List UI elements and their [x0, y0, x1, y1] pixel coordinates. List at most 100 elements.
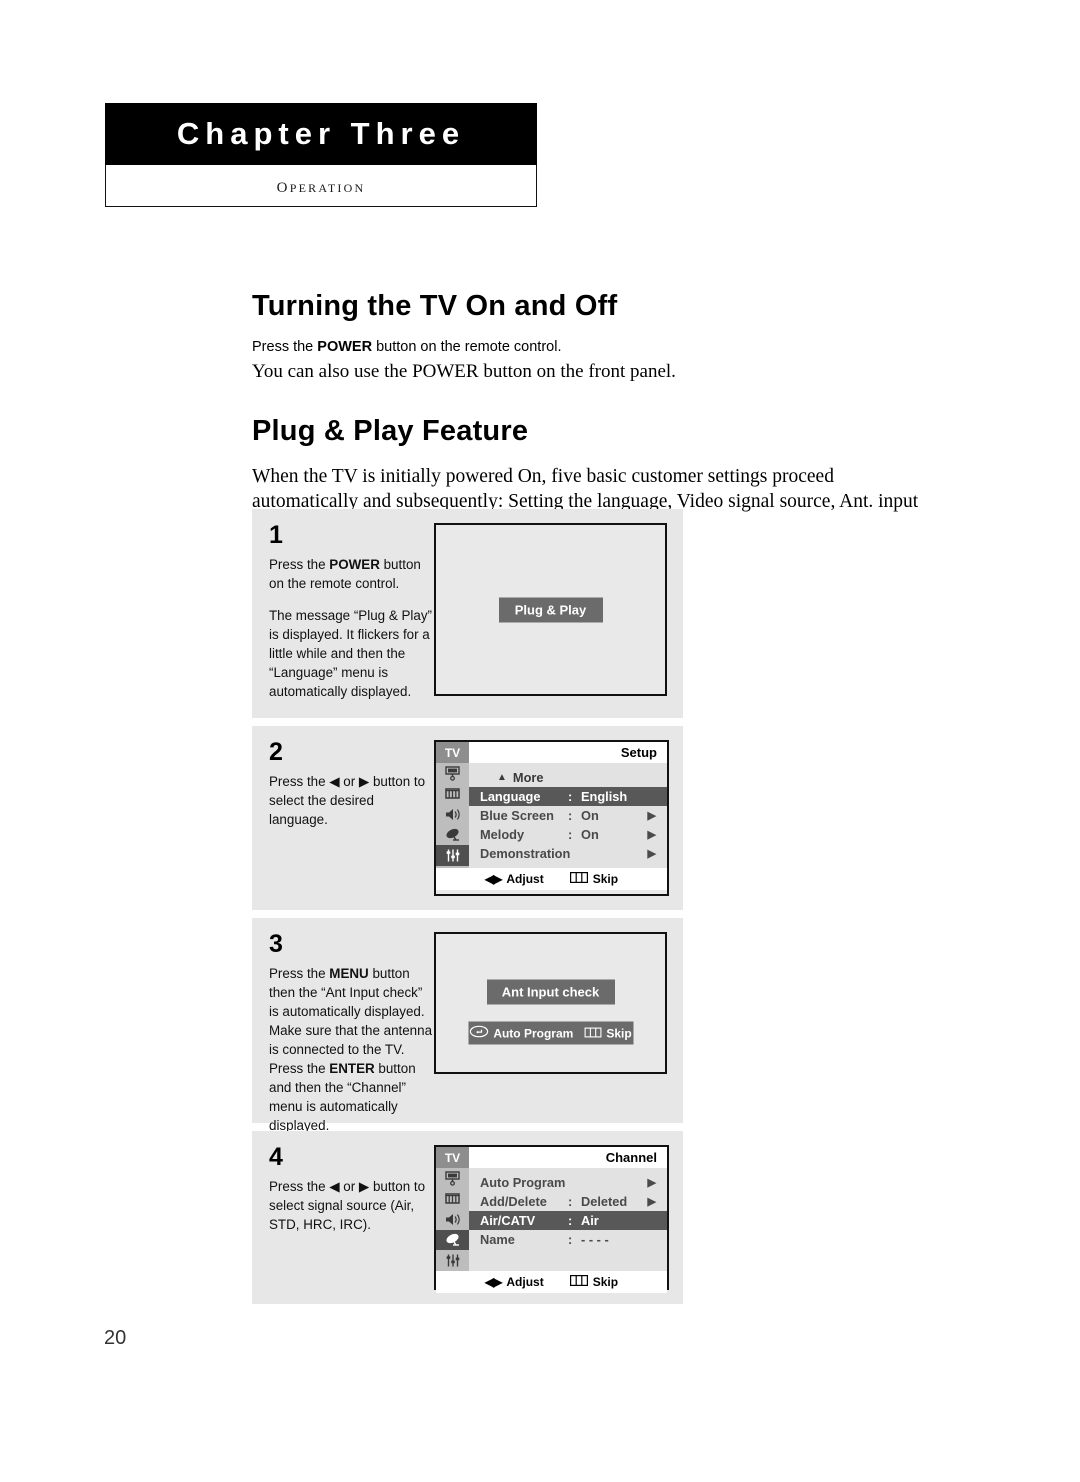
up-triangle-icon: ▲: [497, 772, 507, 783]
footer-adjust-setup[interactable]: ◀▶ Adjust: [485, 872, 544, 886]
menu-row-add-delete-arrow: ▶: [647, 1196, 656, 1208]
step-4-screen-column: TV Channel Auto Program ▶ Add/Delete: D…: [434, 1145, 683, 1293]
tv-menu-channel: TV Channel Auto Program ▶ Add/Delete: D…: [434, 1145, 669, 1293]
menu-row-name-colon: :: [568, 1232, 573, 1247]
antenna-icon[interactable]: [436, 1229, 469, 1250]
step-3-screen-column: Ant Input check Auto Program Skip: [434, 932, 683, 1109]
step-2-number: 2: [269, 738, 283, 766]
document-body: Turning the TV On and Off Press the POWE…: [252, 290, 942, 541]
power-instruction-post: button on the remote control.: [372, 339, 562, 355]
step-panel-3: 3 Press the MENU button then the “Ant In…: [252, 918, 683, 1134]
footer-adjust-channel[interactable]: ◀▶ Adjust: [485, 1275, 544, 1289]
menu-row-add-delete-colon: :: [568, 1194, 573, 1209]
menu-body-setup: ▲ More Language : English Blue Screen :: [436, 763, 667, 868]
chapter-subtitle-bar: Operation: [105, 165, 537, 207]
menu-row-name-value: - - - -: [581, 1232, 609, 1247]
section-heading-plug-play: Plug & Play Feature: [252, 414, 529, 447]
step-4-text-column: 4 Press the ◀ or ▶ button to select sign…: [252, 1145, 434, 1290]
setup-icon[interactable]: [436, 1250, 469, 1271]
menu-row-demonstration[interactable]: Demonstration ▶: [469, 844, 667, 863]
tv-screen-ant-input: Ant Input check Auto Program Skip: [434, 932, 667, 1074]
menu-row-melody[interactable]: Melody : On ▶: [469, 825, 667, 844]
chapter-title: Chapter Three: [176, 116, 466, 151]
menu-row-name[interactable]: Name : - - - -: [469, 1230, 667, 1249]
menu-row-name-label: Name: [480, 1232, 515, 1247]
footer-skip-channel[interactable]: Skip: [569, 1274, 619, 1289]
antenna-icon[interactable]: [436, 824, 469, 845]
menu-row-blue-screen-arrow: ▶: [647, 810, 656, 822]
menu-row-melody-colon: :: [568, 827, 573, 842]
step-1-paragraph-1: Press the POWER button on the remote con…: [269, 555, 434, 593]
step-3-p1-pre: Press the: [269, 966, 330, 981]
menu-tv-tab: TV: [436, 742, 469, 763]
step-3-number: 3: [269, 930, 283, 958]
menu-row-blue-screen[interactable]: Blue Screen : On ▶: [469, 806, 667, 825]
footer-skip-label-channel: Skip: [592, 1274, 619, 1289]
menu-row-air-catv[interactable]: Air/CATV : Air: [469, 1211, 667, 1230]
step-3-paragraph-1: Press the MENU button then the “Ant Inpu…: [269, 964, 434, 1135]
step-1-paragraph-2: The message “Plug & Play” is displayed. …: [269, 608, 432, 700]
menu-row-melody-arrow: ▶: [647, 829, 656, 841]
menu-row-air-catv-colon: :: [568, 1213, 573, 1228]
menu-row-auto-program-label: Auto Program: [480, 1175, 566, 1190]
left-right-arrows-icon: ◀▶: [484, 1274, 502, 1289]
menu-row-add-delete-value: Deleted: [581, 1194, 628, 1209]
step-4-paragraph-1: Press the ◀ or ▶ button to select signal…: [269, 1179, 426, 1233]
channel-icon[interactable]: [436, 1188, 469, 1209]
step-2-text: Press the ◀ or ▶ button to select the de…: [269, 772, 434, 829]
menu-row-auto-program[interactable]: Auto Program ▶: [469, 1173, 667, 1192]
menu-row-add-delete-label: Add/Delete: [480, 1194, 547, 1209]
menu-body-channel: Auto Program ▶ Add/Delete : Deleted ▶ Ai…: [436, 1168, 667, 1271]
footer-skip-setup[interactable]: Skip: [569, 872, 618, 886]
power-instruction-line: Press the POWER button on the remote con…: [252, 337, 942, 358]
osd-message-plug-play: Plug & Play: [498, 597, 603, 622]
setup-icon[interactable]: [436, 845, 469, 866]
step-2-screen-column: TV Setup ▲ More Language: English Blue …: [434, 740, 683, 896]
sound-icon[interactable]: [436, 1209, 469, 1230]
step-3-text-column: 3 Press the MENU button then the “Ant In…: [252, 930, 434, 1134]
menu-row-more[interactable]: ▲ More: [469, 768, 667, 787]
menu-sidebar-channel: [436, 1168, 469, 1271]
menu-row-blue-screen-value: On: [581, 808, 599, 823]
skip-bars-icon: [569, 1274, 588, 1289]
menu-title-setup: Setup: [469, 742, 667, 763]
osd-bar-auto-program: Auto Program Skip: [468, 1021, 633, 1045]
section-heading-turning-tv: Turning the TV On and Off: [252, 290, 618, 322]
menu-items-setup: ▲ More Language : English Blue Screen :: [469, 763, 667, 868]
channel-icon[interactable]: [436, 783, 469, 804]
skip-bars-icon: [584, 1026, 602, 1040]
skip-bars-icon: [569, 872, 588, 886]
step-panel-2: 2 Press the ◀ or ▶ button to select the …: [252, 726, 683, 910]
menu-row-add-delete[interactable]: Add/Delete : Deleted ▶: [469, 1192, 667, 1211]
sound-icon[interactable]: [436, 804, 469, 825]
menu-header-channel: TV Channel: [436, 1147, 667, 1168]
chapter-header: Chapter Three Operation: [105, 103, 537, 207]
picture-icon[interactable]: [436, 763, 469, 784]
page-number: 20: [104, 1327, 127, 1349]
menu-more-label: More: [512, 770, 544, 785]
menu-title-channel: Channel: [469, 1147, 667, 1168]
step-4-number: 4: [269, 1143, 283, 1171]
menu-row-air-catv-label: Air/CATV: [480, 1213, 536, 1228]
steps-container: 1 Press the POWER button on the remote c…: [252, 509, 683, 1312]
osd-skip-label: Skip: [606, 1026, 632, 1041]
tv-menu-setup: TV Setup ▲ More Language: English Blue …: [434, 740, 669, 896]
menu-header-setup: TV Setup: [436, 742, 667, 763]
menu-row-language-value: English: [581, 789, 628, 804]
menu-row-language-colon: :: [568, 789, 573, 804]
chapter-subtitle: Operation: [276, 173, 366, 197]
step-2-paragraph-1: Press the ◀ or ▶ button to select the de…: [269, 774, 426, 828]
menu-row-language-label: Language: [480, 789, 541, 804]
menu-row-melody-label: Melody: [480, 827, 525, 842]
menu-row-blue-screen-label: Blue Screen: [480, 808, 554, 823]
menu-row-language[interactable]: Language : English: [469, 787, 667, 806]
osd-auto-program-label: Auto Program: [493, 1026, 574, 1041]
step-1-text-column: 1 Press the POWER button on the remote c…: [252, 523, 434, 704]
menu-sidebar-setup: [436, 763, 469, 868]
picture-icon[interactable]: [436, 1168, 469, 1189]
step-2-text-column: 2 Press the ◀ or ▶ button to select the …: [252, 740, 434, 896]
enter-icon: [469, 1026, 489, 1041]
step-3-enter-keyword: ENTER: [329, 1061, 375, 1077]
step-1-text: Press the POWER button on the remote con…: [269, 555, 434, 701]
menu-footer-channel: ◀▶ Adjust Skip: [436, 1270, 667, 1293]
